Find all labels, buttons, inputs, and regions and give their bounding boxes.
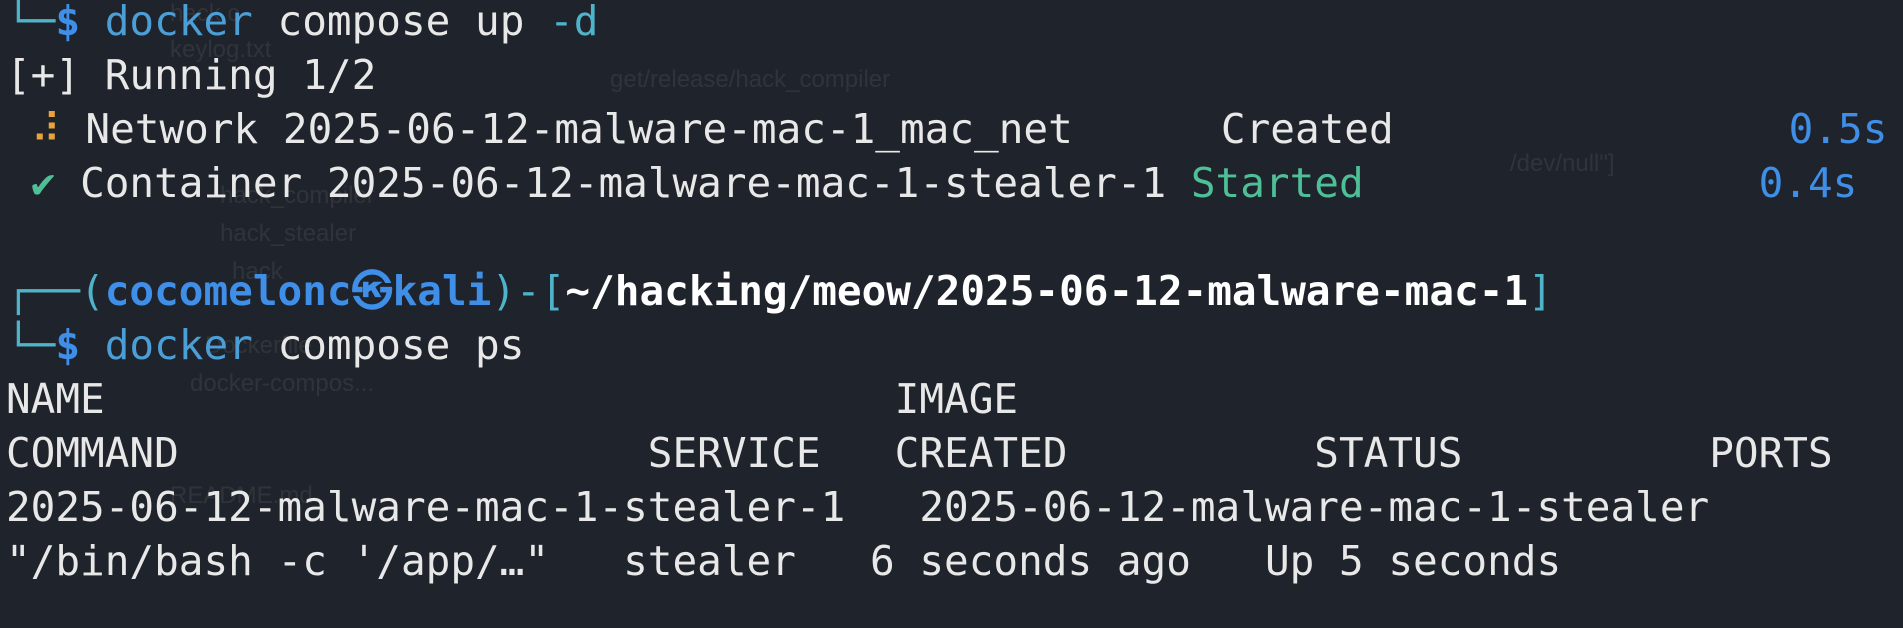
ps-col-status: STATUS: [1314, 429, 1463, 477]
command-tool: docker: [104, 0, 253, 45]
network-time: 0.5s: [1788, 105, 1888, 153]
prompt-cwd: ~/hacking/meow/2025-06-12-malware-mac-1: [565, 267, 1529, 315]
ps-row-image: 2025-06-12-malware-mac-1-stealer: [919, 483, 1710, 531]
ps-col-name: NAME: [6, 375, 105, 423]
network-name: 2025-06-12-malware-mac-1_mac_net: [282, 105, 1073, 153]
ps-col-service: SERVICE: [647, 429, 821, 477]
command-tool: docker: [104, 321, 253, 369]
ps-col-created: CREATED: [894, 429, 1068, 477]
network-label: Network: [85, 105, 259, 153]
ps-col-ports: PORTS: [1709, 429, 1833, 477]
prompt-dollar: $: [55, 321, 81, 369]
command-flag: -d: [549, 0, 599, 45]
prompt-frame: ┌──(: [6, 267, 105, 315]
check-icon: ✔: [30, 159, 56, 207]
ps-row-status: Up 5 seconds: [1264, 537, 1562, 585]
ps-col-image: IMAGE: [894, 375, 1019, 423]
prompt-host: kali: [392, 267, 492, 315]
terminal-output[interactable]: └─$ docker compose up -d [+] Running 1/2…: [6, 0, 1887, 588]
command-args: compose up: [277, 0, 525, 45]
command-line-compose-ps: └─$ docker compose ps: [6, 318, 1887, 372]
command-args: compose ps: [277, 321, 525, 369]
prompt-frame: )-[: [491, 267, 566, 315]
ps-row-name: 2025-06-12-malware-mac-1-stealer-1: [6, 483, 846, 531]
ps-row-service: stealer: [623, 537, 796, 585]
ps-row-line-2: "/bin/bash -c '/app/…" stealer 6 seconds…: [6, 534, 1887, 588]
shell-prompt: ┌──(cocomelonc㉿kali)-[~/hacking/meow/202…: [6, 264, 1887, 318]
ps-row-command: "/bin/bash -c '/app/…": [6, 537, 550, 585]
running-header: [+] Running 1/2: [6, 51, 377, 99]
network-status: Created: [1220, 105, 1394, 153]
spinner-icon: ⠼: [30, 105, 61, 153]
container-name: 2025-06-12-malware-mac-1-stealer-1: [326, 159, 1167, 207]
prompt-user: cocomelonc: [104, 267, 352, 315]
container-status: Started: [1190, 159, 1364, 207]
ps-row-line-1: 2025-06-12-malware-mac-1-stealer-1 2025-…: [6, 480, 1887, 534]
kali-logo-icon: ㉿: [351, 267, 393, 315]
prompt-frame: ]: [1528, 267, 1553, 315]
ps-col-command: COMMAND: [6, 429, 179, 477]
ps-header-line-1: NAME IMAGE: [6, 372, 1887, 426]
prompt-frame: └─: [6, 0, 56, 45]
prompt-frame: └─: [6, 321, 56, 369]
ps-row-created: 6 seconds ago: [869, 537, 1191, 585]
prompt-dollar: $: [55, 0, 81, 45]
network-status-line: ⠼ Network 2025-06-12-malware-mac-1_mac_n…: [6, 102, 1888, 156]
container-status-line: ✔ Container 2025-06-12-malware-mac-1-ste…: [6, 156, 1887, 210]
container-time: 0.4s: [1758, 159, 1858, 207]
command-line-compose-up: └─$ docker compose up -d: [6, 0, 1887, 48]
ps-header-line-2: COMMAND SERVICE CREATED STATUS PORTS: [6, 426, 1887, 480]
container-label: Container: [80, 159, 303, 207]
